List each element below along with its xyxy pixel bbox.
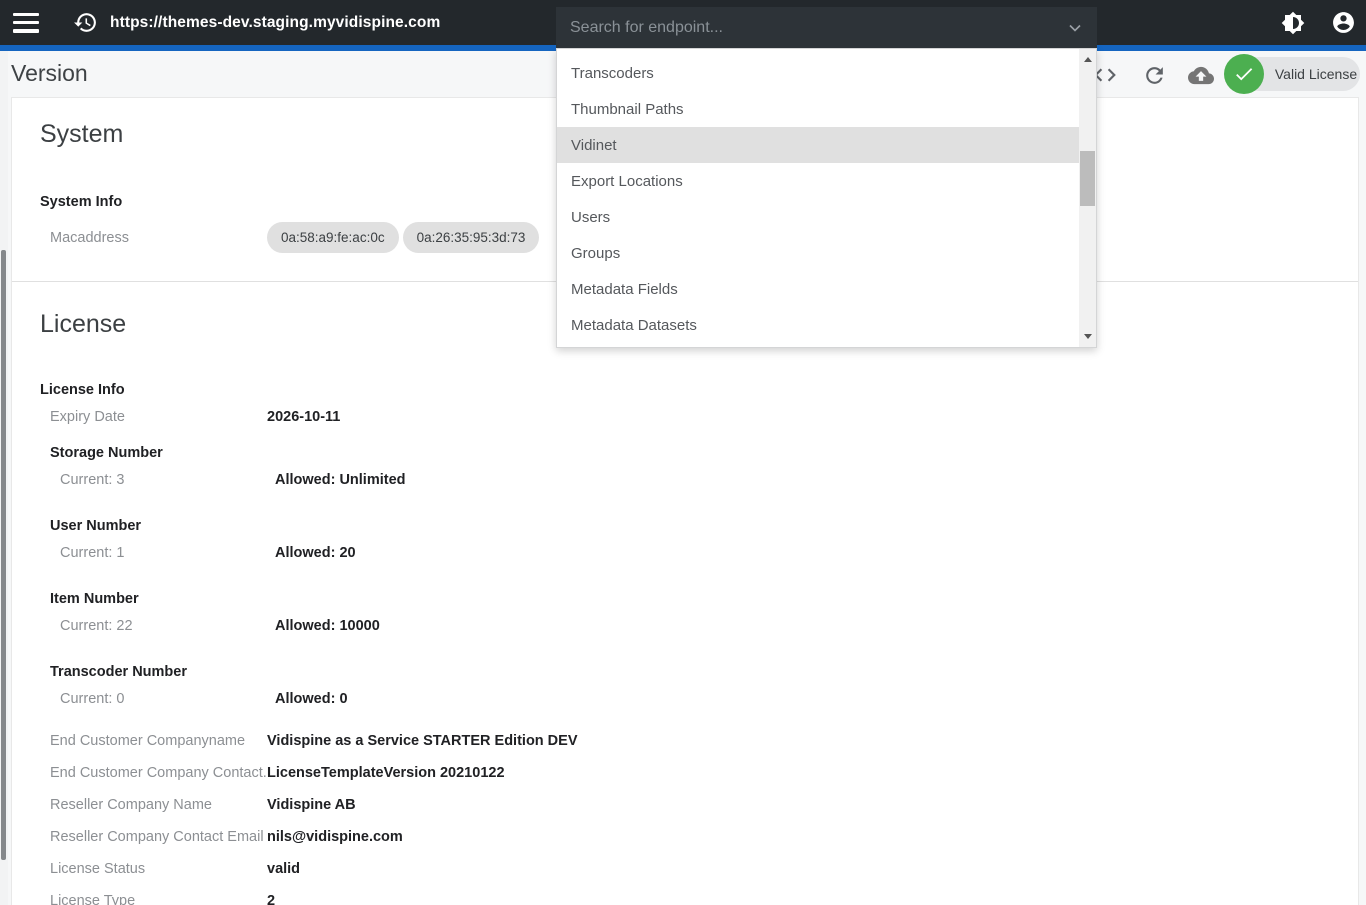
counter-current: Current: 0 bbox=[60, 690, 275, 708]
counter-allowed: Allowed: 20 bbox=[275, 544, 356, 562]
account-icon[interactable] bbox=[1330, 10, 1356, 36]
counter-row: Current: 0 Allowed: 0 bbox=[12, 690, 1358, 708]
license-status-badge[interactable]: Valid License bbox=[1224, 54, 1360, 94]
chevron-down-glyph bbox=[1065, 18, 1085, 38]
detail-value: valid bbox=[267, 860, 300, 878]
badge-label: Valid License bbox=[1276, 54, 1356, 94]
theme-toggle-glyph bbox=[1281, 11, 1305, 35]
counter-current: Current: 22 bbox=[60, 617, 275, 635]
check-icon bbox=[1224, 54, 1264, 94]
dropdown-item-export-locations[interactable]: Export Locations bbox=[557, 163, 1079, 199]
page-scrollbar-thumb[interactable] bbox=[1, 250, 6, 860]
counter-row: Current: 3 Allowed: Unlimited bbox=[12, 471, 1358, 489]
dropdown-scrollbar-thumb[interactable] bbox=[1080, 151, 1095, 206]
dropdown-item-transcoders[interactable]: Transcoders bbox=[557, 55, 1079, 91]
counter-row: Current: 1 Allowed: 20 bbox=[12, 544, 1358, 562]
detail-row: License Type 2 bbox=[12, 892, 1358, 905]
detail-label: End Customer Company Contact... bbox=[50, 764, 267, 782]
detail-label: Reseller Company Contact Email bbox=[50, 828, 267, 846]
detail-label: License Status bbox=[50, 860, 267, 878]
detail-row: License Status valid bbox=[12, 860, 1358, 878]
detail-value: Vidispine as a Service STARTER Edition D… bbox=[267, 732, 578, 750]
detail-value: Vidispine AB bbox=[267, 796, 356, 814]
detail-value: 2 bbox=[267, 892, 275, 905]
detail-value: nils@vidispine.com bbox=[267, 828, 403, 846]
screen: https://themes-dev.staging.myvidispine.c… bbox=[0, 0, 1366, 905]
history-icon[interactable] bbox=[72, 10, 98, 36]
expiry-date-label: Expiry Date bbox=[50, 408, 267, 426]
detail-label: License Type bbox=[50, 892, 267, 905]
detail-value: LicenseTemplateVersion 20210122 bbox=[267, 764, 505, 782]
detail-row: Reseller Company Contact Email nils@vidi… bbox=[12, 828, 1358, 846]
theme-toggle-icon[interactable] bbox=[1280, 10, 1306, 36]
page-title: Version bbox=[11, 60, 88, 87]
expiry-date-row: Expiry Date 2026-10-11 bbox=[12, 408, 1358, 426]
license-info-label: License Info bbox=[40, 381, 1358, 399]
counter-title: Item Number bbox=[50, 590, 1358, 608]
cloud-upload-icon[interactable] bbox=[1188, 62, 1214, 88]
topbar-actions bbox=[1280, 10, 1356, 36]
dropdown-item-users[interactable]: Users bbox=[557, 199, 1079, 235]
url-text: https://themes-dev.staging.myvidispine.c… bbox=[110, 14, 440, 32]
detail-row: End Customer Companyname Vidispine as a … bbox=[12, 732, 1358, 750]
detail-label: End Customer Companyname bbox=[50, 732, 267, 750]
dropdown-scrollbar[interactable] bbox=[1079, 49, 1096, 347]
chevron-down-icon[interactable] bbox=[1065, 18, 1085, 38]
macaddress-label: Macaddress bbox=[50, 230, 267, 246]
history-icon-glyph bbox=[73, 10, 98, 35]
expiry-date-value: 2026-10-11 bbox=[267, 408, 340, 426]
account-icon-glyph bbox=[1331, 10, 1356, 35]
license-details: End Customer Companyname Vidispine as a … bbox=[12, 732, 1358, 905]
scroll-down-icon[interactable] bbox=[1079, 328, 1096, 345]
counter-title: Transcoder Number bbox=[50, 663, 1358, 681]
detail-row: Reseller Company Name Vidispine AB bbox=[12, 796, 1358, 814]
endpoint-search-input[interactable] bbox=[556, 19, 1065, 37]
detail-row: End Customer Company Contact... LicenseT… bbox=[12, 764, 1358, 782]
refresh-icon-glyph bbox=[1142, 63, 1167, 88]
detail-label: Reseller Company Name bbox=[50, 796, 267, 814]
dropdown-item-metadata-datasets[interactable]: Metadata Datasets bbox=[557, 307, 1079, 343]
macaddress-chip: 0a:26:35:95:3d:73 bbox=[403, 222, 540, 253]
dropdown-item-groups[interactable]: Groups bbox=[557, 235, 1079, 271]
counter-allowed: Allowed: 0 bbox=[275, 690, 348, 708]
endpoint-search bbox=[556, 7, 1097, 48]
dropdown-item-vidinet[interactable]: Vidinet bbox=[557, 127, 1079, 163]
scroll-up-icon[interactable] bbox=[1079, 51, 1096, 68]
counter-title: User Number bbox=[50, 517, 1358, 535]
refresh-icon[interactable] bbox=[1141, 62, 1167, 88]
counter-title: Storage Number bbox=[50, 444, 1358, 462]
page-scrollbar[interactable] bbox=[0, 51, 8, 905]
dropdown-item-thumbnail-paths[interactable]: Thumbnail Paths bbox=[557, 91, 1079, 127]
dropdown-item-metadata-fields[interactable]: Metadata Fields bbox=[557, 271, 1079, 307]
check-icon-glyph bbox=[1233, 63, 1255, 85]
macaddress-chip: 0a:58:a9:fe:ac:0c bbox=[267, 222, 399, 253]
endpoint-dropdown-items: Transcoders Thumbnail Paths Vidinet Expo… bbox=[557, 55, 1079, 343]
endpoint-dropdown: Transcoders Thumbnail Paths Vidinet Expo… bbox=[556, 48, 1097, 348]
counter-current: Current: 1 bbox=[60, 544, 275, 562]
cloud-upload-icon-glyph bbox=[1188, 62, 1214, 89]
counter-allowed: Allowed: Unlimited bbox=[275, 471, 406, 489]
counter-current: Current: 3 bbox=[60, 471, 275, 489]
counter-allowed: Allowed: 10000 bbox=[275, 617, 380, 635]
menu-icon[interactable] bbox=[13, 13, 39, 33]
counter-row: Current: 22 Allowed: 10000 bbox=[12, 617, 1358, 635]
